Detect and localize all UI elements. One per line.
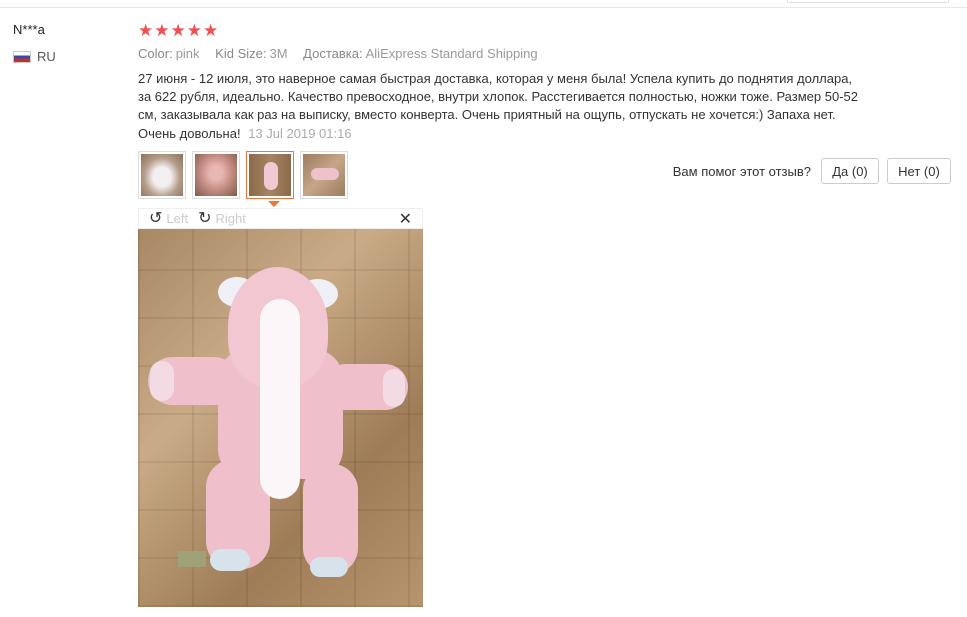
rotate-right-icon: ↻	[198, 209, 212, 227]
helpful-question: Вам помог этот отзыв?	[672, 163, 811, 179]
country-code: RU	[37, 49, 56, 64]
russia-flag-icon	[13, 50, 31, 63]
attr-shipping-value: AliExpress Standard Shipping	[365, 46, 538, 61]
top-divider	[0, 7, 967, 8]
star-icon: ★	[203, 21, 219, 40]
review-date: 13 Jul 2019 01:16	[248, 125, 352, 141]
attr-shipping-label: Доставка:	[303, 46, 363, 61]
star-icon: ★	[170, 21, 186, 40]
active-thumbnail-caret	[268, 201, 280, 207]
review-photo-large	[138, 229, 423, 607]
star-icon: ★	[154, 21, 170, 40]
review-photo-thumbnails	[138, 151, 348, 199]
photo-viewer-toolbar: ↺ Left ↻ Right ✕	[138, 208, 423, 229]
reviewer-country: RU	[13, 49, 56, 64]
helpful-no-button[interactable]: Нет (0)	[887, 158, 951, 184]
star-icon: ★	[138, 21, 154, 40]
review-text: 27 июня - 12 июля, это наверное самая бы…	[138, 71, 858, 141]
star-rating: ★ ★ ★ ★ ★	[138, 21, 218, 41]
reviewer-name: N***a	[13, 22, 45, 37]
photo-thumbnail[interactable]	[138, 151, 186, 199]
photo-thumbnail[interactable]	[192, 151, 240, 199]
order-attributes: Color: pink Kid Size: 3M Доставка: AliExpre…	[138, 46, 550, 61]
rotate-right-label: Right	[215, 211, 246, 226]
attr-color-label: Color:	[138, 46, 173, 61]
close-icon[interactable]: ✕	[399, 209, 412, 229]
rotate-right-button[interactable]: ↻ Right	[198, 209, 246, 227]
rotate-left-label: Left	[166, 211, 189, 226]
rotate-left-icon: ↺	[149, 209, 163, 227]
top-right-box	[787, 0, 949, 3]
attr-size-label: Kid Size:	[215, 46, 267, 61]
photo-thumbnail[interactable]	[300, 151, 348, 199]
rotate-left-button[interactable]: ↺ Left	[149, 209, 189, 227]
attr-size-value: 3M	[269, 46, 288, 61]
review-body: 27 июня - 12 июля, это наверное самая бы…	[138, 70, 858, 143]
helpful-vote: Вам помог этот отзыв? Да (0) Нет (0)	[673, 158, 951, 184]
star-icon: ★	[186, 21, 202, 40]
attr-color-value: pink	[175, 46, 200, 61]
photo-thumbnail-active[interactable]	[246, 151, 294, 199]
helpful-yes-button[interactable]: Да (0)	[821, 158, 879, 184]
